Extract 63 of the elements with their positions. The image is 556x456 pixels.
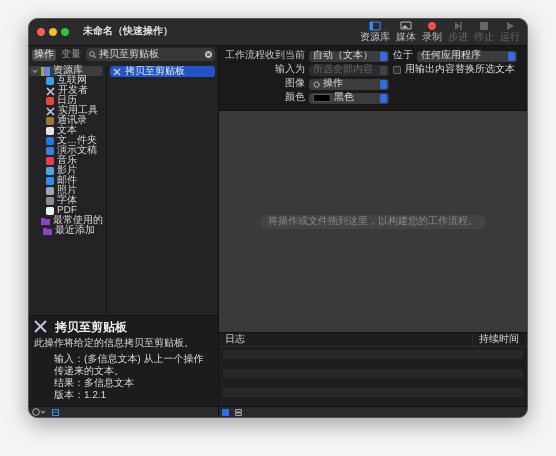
list-view-icon[interactable] — [222, 408, 229, 416]
toolbar-button[interactable]: 录制 — [419, 21, 445, 43]
toolbar-button[interactable]: 资源库 — [357, 21, 393, 43]
gear-icon — [313, 80, 320, 88]
action-menu-icon[interactable] — [32, 408, 46, 416]
description-title: 拷贝至剪贴板 — [55, 320, 127, 334]
sidebar-item[interactable]: 字体 — [29, 196, 103, 206]
photo-icon — [400, 21, 412, 31]
setting-label: 位于 — [393, 50, 413, 62]
sidebar-item[interactable]: 文本 — [29, 126, 103, 136]
setting-label: 输入为 — [274, 64, 305, 76]
popup-button[interactable]: 黑色 — [309, 92, 389, 104]
sidebar-item[interactable]: 最常使用的 — [29, 216, 103, 226]
sidebar-icon — [369, 21, 381, 31]
tools-icon — [113, 68, 121, 76]
action-item[interactable]: 拷贝至剪贴板 — [110, 66, 215, 77]
sidebar-item[interactable]: 照片 — [29, 186, 103, 196]
sidebar-item[interactable]: 影片 — [29, 166, 103, 176]
setting-label: 图像 — [284, 78, 305, 90]
chevron-icon[interactable] — [32, 68, 38, 74]
play-icon — [504, 21, 516, 31]
sidebar-item[interactable]: 日历 — [29, 96, 103, 106]
sidebar-item[interactable]: 开发者 — [29, 86, 103, 96]
sidebar-item[interactable]: 邮件 — [29, 176, 103, 186]
clear-icon[interactable] — [205, 51, 212, 58]
library-icon — [41, 66, 50, 76]
step-icon — [452, 21, 464, 31]
popup-button[interactable]: 操作 — [309, 78, 389, 90]
record-icon — [426, 21, 438, 31]
window-title: 未命名（快速操作） — [83, 26, 173, 38]
column-header: 持续时间 — [472, 334, 527, 346]
stop-icon — [478, 21, 490, 31]
drop-hint: 将操作或文件拖到这里，以构建您的工作流程。 — [260, 214, 486, 228]
sidebar-item[interactable]: 文…件夹 — [29, 136, 103, 146]
toolbar-button[interactable]: 媒体 — [393, 21, 419, 43]
popup-button[interactable]: 任何应用程序 — [417, 50, 517, 62]
column-header: 日志 — [224, 334, 246, 346]
sidebar-item[interactable]: 资源库 — [29, 66, 103, 76]
segment-tab[interactable]: 变量 — [59, 48, 83, 60]
tools-icon — [46, 86, 55, 96]
segment-tab[interactable]: 操作 — [32, 48, 56, 60]
setting-label: 工作流程收到当前 — [224, 50, 305, 62]
popup-button: 所选全部内容 — [309, 64, 389, 76]
sidebar-item[interactable]: 实用工具 — [29, 106, 103, 116]
description-detail: 输入：(多信息文本) 从上一个操作传递来的文本。 — [53, 354, 204, 378]
sidebar-item[interactable]: 通讯录 — [29, 116, 103, 126]
sidebar-item[interactable]: 演示文稿 — [29, 146, 103, 156]
sidebar-item[interactable]: PDF — [29, 206, 103, 216]
info-panel-icon[interactable] — [52, 408, 59, 416]
checkbox[interactable] — [393, 66, 401, 74]
description-text: 此操作将给定的信息拷贝至剪贴板。 — [34, 338, 195, 350]
sidebar-item[interactable]: 互联网 — [29, 76, 103, 86]
split-view-icon[interactable] — [235, 408, 242, 416]
sidebar-item[interactable]: 最近添加 — [29, 226, 103, 236]
search-icon — [89, 51, 96, 58]
popup-button[interactable]: 自动（文本） — [309, 50, 389, 62]
tools-icon — [46, 106, 55, 116]
tools-icon — [34, 320, 47, 334]
setting-label: 颜色 — [284, 92, 305, 104]
description-detail: 结果：多信息文本 — [53, 378, 135, 390]
checkbox-label: 用输出内容替换所选文本 — [405, 64, 515, 76]
sidebar-item[interactable]: 音乐 — [29, 156, 103, 166]
description-detail: 版本：1.2.1 — [53, 390, 108, 402]
